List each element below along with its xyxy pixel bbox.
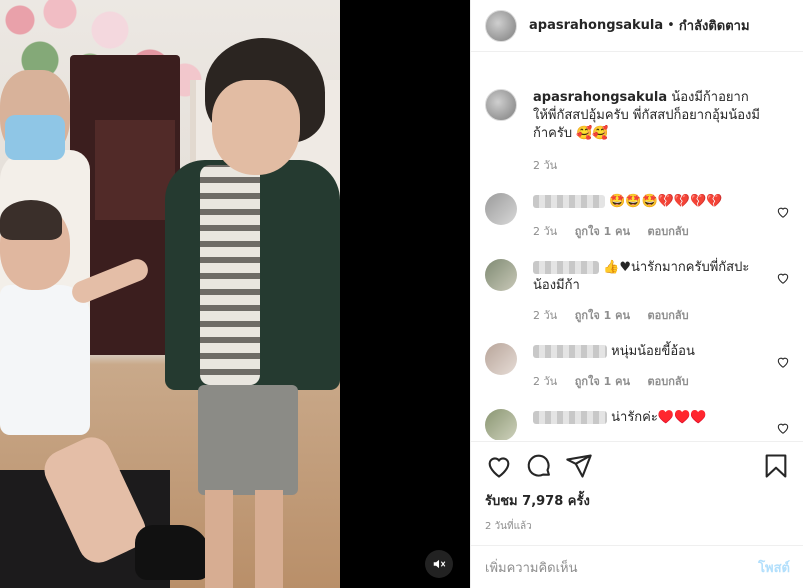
caption-username[interactable]: apasrahongsakula bbox=[533, 90, 667, 105]
comment-time: 2 วัน bbox=[533, 309, 558, 322]
blurred-username bbox=[533, 345, 607, 358]
volume-button[interactable] bbox=[425, 550, 453, 578]
separator: • bbox=[667, 18, 675, 33]
comment-time: 2 วัน bbox=[533, 225, 558, 238]
video-player[interactable] bbox=[0, 0, 470, 588]
post-panel: apasrahongsakula • กำลังติดตาม apasrahon… bbox=[470, 0, 803, 588]
avatar[interactable] bbox=[485, 9, 517, 42]
face-mask bbox=[5, 115, 65, 160]
comment-icon[interactable] bbox=[525, 452, 553, 480]
small-heart-icon[interactable] bbox=[776, 421, 790, 435]
comment-text: น่ารักค่ะ♥️♥️♥️ bbox=[611, 410, 707, 425]
reply-button[interactable]: ตอบกลับ bbox=[648, 309, 689, 322]
striped-scarf bbox=[200, 165, 260, 385]
reply-button[interactable]: ตอบกลับ bbox=[648, 225, 689, 238]
comment-text: 🤩🤩🤩💔💔💔💔 bbox=[609, 194, 723, 209]
comment-time: 2 วัน bbox=[533, 375, 558, 388]
post-header: apasrahongsakula • กำลังติดตาม bbox=[471, 0, 803, 52]
action-bar: รับชม 7,978 ครั้ง 2 วันที่แล้ว bbox=[471, 441, 803, 534]
comment-avatar[interactable] bbox=[485, 409, 517, 440]
like-icon[interactable] bbox=[485, 452, 513, 480]
comment-likes[interactable]: ถูกใจ 1 คน bbox=[575, 225, 630, 238]
save-icon[interactable] bbox=[762, 452, 790, 480]
comment-item: 👍♥น่ารักมากครับพี่กัสปะน้องมีก้า 2 วัน ถ… bbox=[485, 259, 790, 325]
comment-item: น่ารักค่ะ♥️♥️♥️ bbox=[485, 409, 790, 440]
blurred-username bbox=[533, 261, 599, 274]
instagram-post: apasrahongsakula • กำลังติดตาม apasrahon… bbox=[0, 0, 803, 588]
small-heart-icon[interactable] bbox=[776, 355, 790, 369]
comment-likes[interactable]: ถูกใจ 1 คน bbox=[575, 375, 630, 388]
comment-avatar[interactable] bbox=[485, 193, 517, 225]
reply-button[interactable]: ตอบกลับ bbox=[648, 375, 689, 388]
volume-icon bbox=[433, 559, 446, 569]
post-date[interactable]: 2 วันที่แล้ว bbox=[485, 519, 790, 534]
caption-avatar[interactable] bbox=[485, 89, 517, 121]
caption: apasrahongsakula น้องมีก้าอยากให้พี่กัสส… bbox=[485, 89, 790, 175]
small-heart-icon[interactable] bbox=[776, 271, 790, 285]
caption-time: 2 วัน bbox=[533, 159, 558, 172]
blurred-username bbox=[533, 195, 605, 208]
baby bbox=[0, 285, 90, 435]
baby-shoe bbox=[135, 525, 210, 580]
comments-list[interactable]: apasrahongsakula น้องมีก้าอยากให้พี่กัสส… bbox=[471, 53, 803, 440]
following-button[interactable]: กำลังติดตาม bbox=[679, 15, 750, 36]
comment-avatar[interactable] bbox=[485, 343, 517, 375]
comment-item: หนุ่มน้อยขี้อ้อน 2 วัน ถูกใจ 1 คน ตอบกลั… bbox=[485, 343, 790, 391]
comment-item: 🤩🤩🤩💔💔💔💔 2 วัน ถูกใจ 1 คน ตอบกลับ bbox=[485, 193, 790, 241]
small-heart-icon[interactable] bbox=[776, 205, 790, 219]
video-frame[interactable] bbox=[0, 0, 340, 588]
add-comment-bar: เพิ่มความคิดเห็น โพสต์ bbox=[471, 545, 803, 588]
comment-avatar[interactable] bbox=[485, 259, 517, 291]
post-button[interactable]: โพสต์ bbox=[758, 557, 790, 578]
share-icon[interactable] bbox=[565, 452, 593, 480]
comment-input[interactable]: เพิ่มความคิดเห็น bbox=[485, 557, 578, 578]
blurred-username bbox=[533, 411, 607, 424]
header-username[interactable]: apasrahongsakula bbox=[529, 18, 663, 33]
view-count[interactable]: รับชม 7,978 ครั้ง bbox=[485, 490, 790, 511]
comment-likes[interactable]: ถูกใจ 1 คน bbox=[575, 309, 630, 322]
comment-text: หนุ่มน้อยขี้อ้อน bbox=[611, 344, 695, 359]
